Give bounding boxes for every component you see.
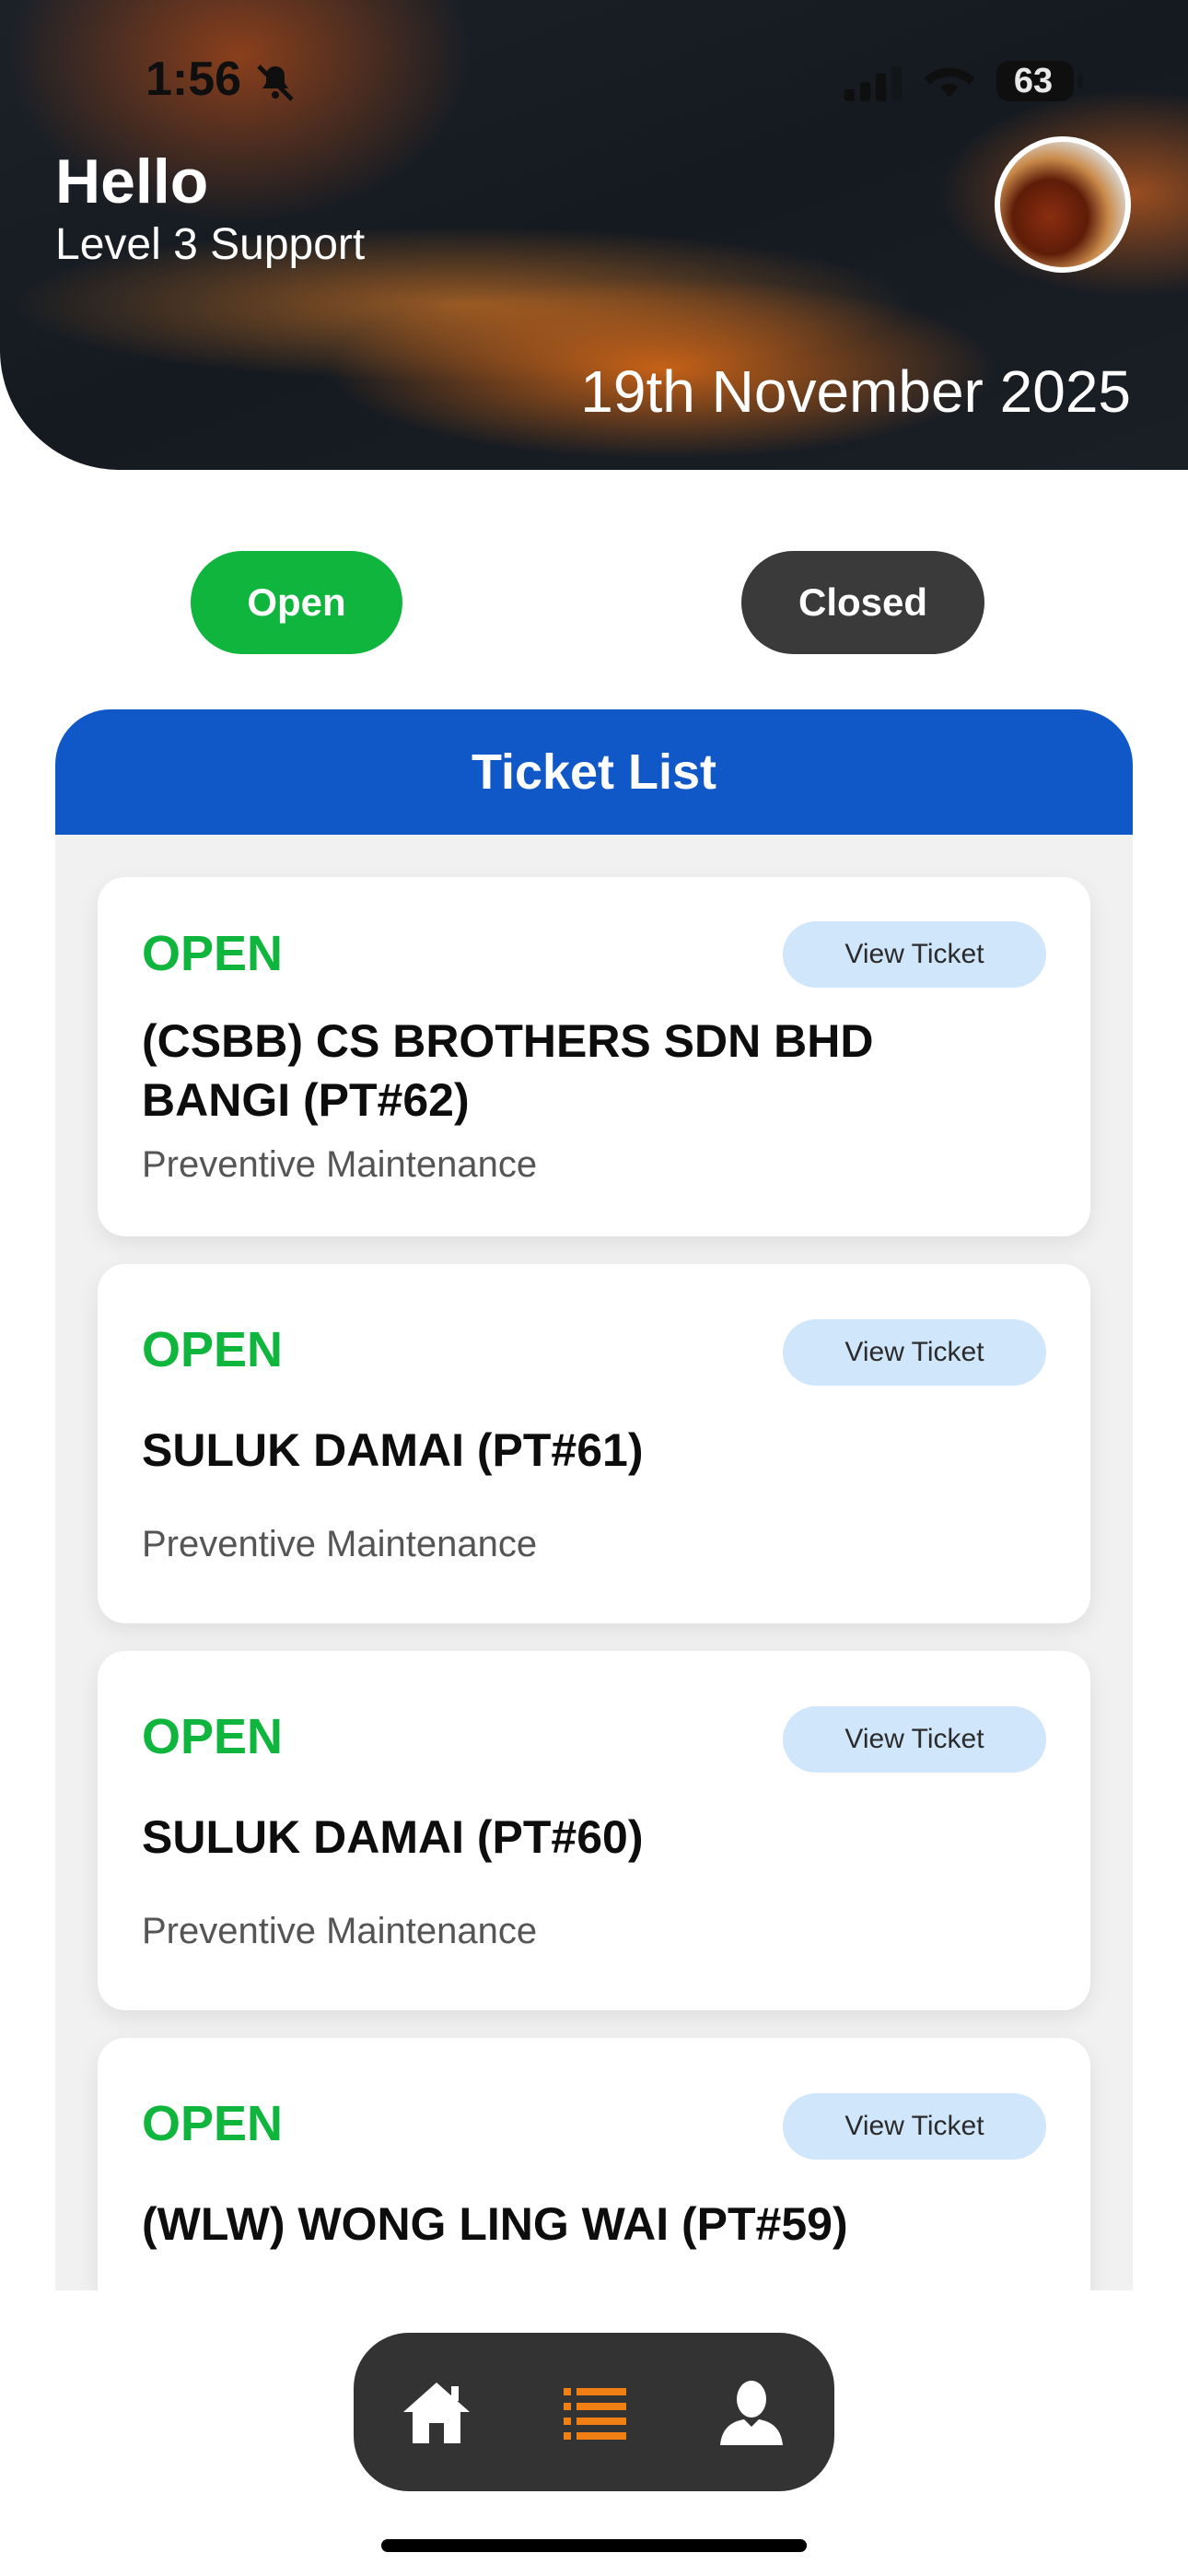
view-ticket-button[interactable]: View Ticket [783,1706,1046,1773]
cellular-signal-icon [844,66,903,101]
greeting: Hello [55,146,209,217]
view-ticket-button[interactable]: View Ticket [783,2093,1046,2160]
home-indicator [381,2539,807,2552]
list-icon[interactable] [558,2375,632,2449]
battery-level: 63 [1013,62,1054,100]
ticket-list[interactable]: OPEN View Ticket (CSBB) CS BROTHERS SDN … [55,835,1133,2290]
ticket-list-title: Ticket List [55,709,1133,835]
home-icon[interactable] [400,2375,473,2449]
open-filter-button[interactable]: Open [191,551,402,654]
header-banner: 1:56 63 Hello Level 3 Support 19th Novem… [0,0,1188,470]
wifi-icon [924,67,975,99]
ticket-card[interactable]: OPEN View Ticket SULUK DAMAI (PT#61) Pre… [98,1264,1090,1623]
avatar[interactable] [995,136,1131,273]
ticket-status: OPEN [142,2096,284,2151]
view-ticket-button[interactable]: View Ticket [783,921,1046,988]
ticket-card[interactable]: OPEN View Ticket (CSBB) CS BROTHERS SDN … [98,877,1090,1236]
ticket-type: Preventive Maintenance [142,1524,538,1564]
ticket-title: (WLW) WONG LING WAI (PT#59) [142,2198,848,2250]
ticket-status: OPEN [142,1322,284,1377]
ticket-type: Preventive Maintenance [142,1911,538,1951]
ticket-status: OPEN [142,1709,284,1764]
ticket-type: Preventive Maintenance [142,1144,538,1185]
ticket-card[interactable]: OPEN View Ticket (WLW) WONG LING WAI (PT… [98,2038,1090,2290]
ticket-title: (CSBB) CS BROTHERS SDN BHD BANGI (PT#62) [142,1015,874,1126]
ticket-status: OPEN [142,926,284,981]
bell-slash-icon [257,64,294,101]
ticket-title: SULUK DAMAI (PT#60) [142,1811,644,1863]
user-icon[interactable] [715,2375,788,2449]
user-role: Level 3 Support [55,220,366,269]
current-date: 19th November 2025 [580,358,1131,425]
ticket-card[interactable]: OPEN View Ticket SULUK DAMAI (PT#60) Pre… [98,1651,1090,2010]
bottom-nav [354,2333,834,2491]
status-time: 1:56 [146,53,242,106]
ticket-title: SULUK DAMAI (PT#61) [142,1424,644,1476]
closed-filter-button[interactable]: Closed [741,551,984,654]
view-ticket-button[interactable]: View Ticket [783,1319,1046,1386]
